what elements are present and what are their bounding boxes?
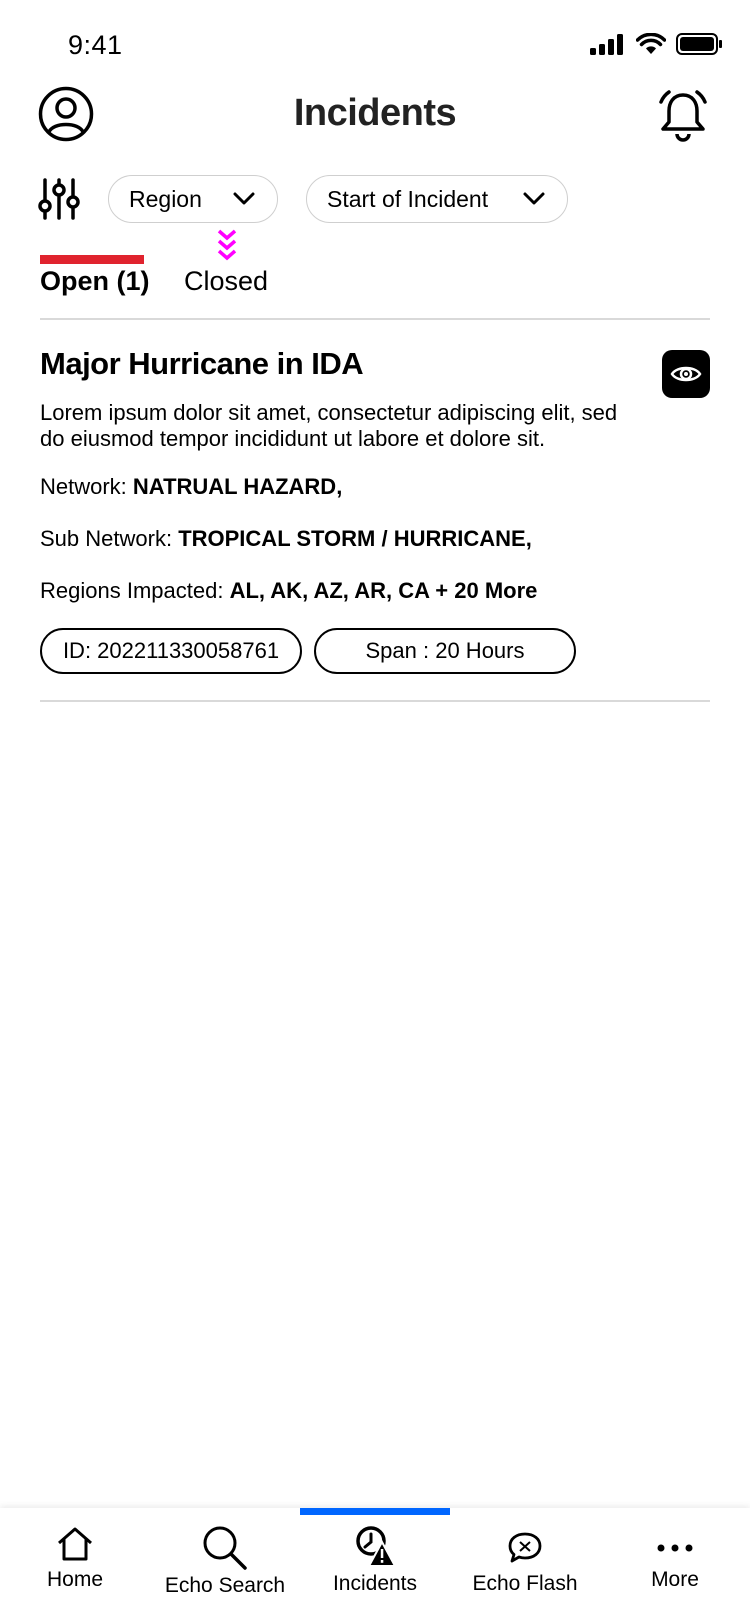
bell-icon[interactable] [658, 88, 708, 144]
incident-alert-icon [356, 1526, 396, 1567]
tab-open[interactable]: Open (1) [40, 266, 150, 297]
start-of-incident-dropdown[interactable]: Start of Incident [306, 175, 568, 223]
chevron-down-icon [233, 192, 255, 205]
status-time: 9:41 [68, 30, 123, 60]
nav-home[interactable]: Home [0, 1524, 150, 1592]
active-tab-indicator [40, 255, 144, 264]
status-icons [590, 33, 722, 55]
nav-echo-search-label: Echo Search [164, 1574, 286, 1597]
subnetwork-label: Sub Network: [40, 526, 173, 551]
start-dropdown-label: Start of Incident [327, 185, 489, 212]
nav-incidents-label: Incidents [332, 1572, 418, 1595]
incident-id-chip: ID: 202211330058761 [40, 628, 302, 674]
card-divider [40, 700, 710, 702]
signal-icon [590, 34, 623, 55]
nav-echo-flash[interactable]: Echo Flash [450, 1524, 600, 1596]
network-value: NATRUAL HAZARD, [132, 474, 343, 499]
battery-icon [676, 33, 722, 55]
network-row: Network: NATRUAL HAZARD, [40, 474, 342, 500]
filter-sliders-icon[interactable] [38, 178, 80, 220]
nav-home-label: Home [46, 1568, 104, 1591]
page-title: Incidents [293, 92, 457, 134]
triple-chevron-down-icon [217, 229, 237, 261]
incident-span-chip: Span : 20 Hours [314, 628, 576, 674]
eye-icon [670, 366, 702, 382]
incident-title[interactable]: Major Hurricane in IDA [40, 346, 364, 382]
chat-bubble-icon [508, 1532, 542, 1563]
wifi-icon [636, 33, 666, 54]
region-dropdown[interactable]: Region [108, 175, 278, 223]
view-incident-button[interactable] [662, 350, 710, 398]
more-dots-icon [657, 1544, 693, 1552]
network-label: Network: [40, 474, 127, 499]
incident-description: Lorem ipsum dolor sit amet, consectetur … [40, 400, 618, 451]
regions-label: Regions Impacted: [40, 578, 224, 603]
tab-closed[interactable]: Closed [184, 266, 268, 297]
search-icon [203, 1526, 247, 1570]
regions-row: Regions Impacted: AL, AK, AZ, AR, CA + 2… [40, 578, 537, 604]
nav-more[interactable]: More [600, 1524, 750, 1592]
nav-echo-search[interactable]: Echo Search [150, 1524, 300, 1598]
subnetwork-value: TROPICAL STORM / HURRICANE, [178, 526, 532, 551]
subnetwork-row: Sub Network: TROPICAL STORM / HURRICANE, [40, 526, 532, 552]
tabs-divider [40, 318, 710, 320]
chevron-down-icon [523, 192, 545, 205]
home-icon [58, 1527, 92, 1561]
nav-echo-flash-label: Echo Flash [472, 1572, 578, 1595]
regions-value[interactable]: AL, AK, AZ, AR, CA + 20 More [230, 578, 538, 603]
nav-more-label: More [651, 1568, 699, 1591]
region-dropdown-label: Region [129, 185, 202, 212]
nav-active-indicator [300, 1508, 450, 1515]
nav-incidents[interactable]: Incidents [300, 1524, 450, 1596]
